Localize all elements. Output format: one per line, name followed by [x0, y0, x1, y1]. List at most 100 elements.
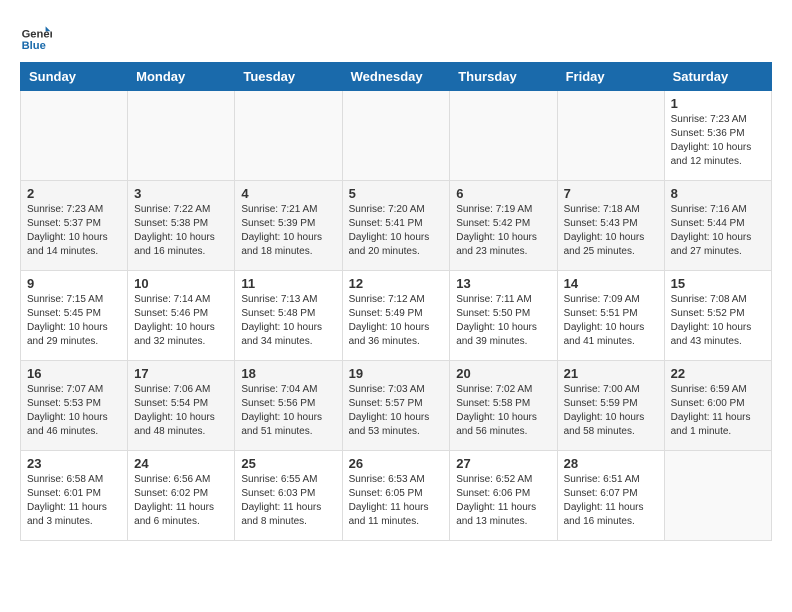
day-info: Sunrise: 7:19 AM Sunset: 5:42 PM Dayligh…: [456, 203, 550, 259]
day-number: 19: [349, 366, 444, 381]
day-number: 7: [564, 186, 658, 201]
day-info: Sunrise: 7:08 AM Sunset: 5:52 PM Dayligh…: [671, 293, 765, 349]
day-number: 11: [241, 276, 335, 291]
calendar-cell: [342, 91, 450, 181]
day-info: Sunrise: 7:22 AM Sunset: 5:38 PM Dayligh…: [134, 203, 228, 259]
day-info: Sunrise: 6:56 AM Sunset: 6:02 PM Dayligh…: [134, 473, 228, 529]
calendar-header: General Blue: [20, 20, 772, 52]
day-info: Sunrise: 7:18 AM Sunset: 5:43 PM Dayligh…: [564, 203, 658, 259]
day-number: 10: [134, 276, 228, 291]
logo-icon: General Blue: [20, 20, 52, 52]
day-number: 17: [134, 366, 228, 381]
calendar-cell: 26 Sunrise: 6:53 AM Sunset: 6:05 PM Dayli…: [342, 451, 450, 541]
calendar-header-row: SundayMondayTuesdayWednesdayThursdayFrid…: [21, 63, 772, 91]
day-number: 12: [349, 276, 444, 291]
day-number: 1: [671, 96, 765, 111]
calendar-cell: 3 Sunrise: 7:22 AM Sunset: 5:38 PM Daylig…: [128, 181, 235, 271]
calendar-cell: [557, 91, 664, 181]
day-number: 5: [349, 186, 444, 201]
day-info: Sunrise: 6:58 AM Sunset: 6:01 PM Dayligh…: [27, 473, 121, 529]
calendar-cell: 17 Sunrise: 7:06 AM Sunset: 5:54 PM Dayli…: [128, 361, 235, 451]
day-number: 20: [456, 366, 550, 381]
day-number: 8: [671, 186, 765, 201]
calendar-week-row: 16 Sunrise: 7:07 AM Sunset: 5:53 PM Dayli…: [21, 361, 772, 451]
day-number: 4: [241, 186, 335, 201]
calendar-cell: 23 Sunrise: 6:58 AM Sunset: 6:01 PM Dayli…: [21, 451, 128, 541]
calendar-cell: 9 Sunrise: 7:15 AM Sunset: 5:45 PM Daylig…: [21, 271, 128, 361]
calendar-cell: 7 Sunrise: 7:18 AM Sunset: 5:43 PM Daylig…: [557, 181, 664, 271]
day-info: Sunrise: 6:59 AM Sunset: 6:00 PM Dayligh…: [671, 383, 765, 439]
day-info: Sunrise: 7:23 AM Sunset: 5:36 PM Dayligh…: [671, 113, 765, 169]
day-info: Sunrise: 6:55 AM Sunset: 6:03 PM Dayligh…: [241, 473, 335, 529]
calendar-cell: 13Sunrise: 7:11 AM Sunset: 5:50 PM Dayli…: [450, 271, 557, 361]
calendar-cell: 19 Sunrise: 7:03 AM Sunset: 5:57 PM Dayli…: [342, 361, 450, 451]
calendar-cell: 24 Sunrise: 6:56 AM Sunset: 6:02 PM Dayli…: [128, 451, 235, 541]
day-number: 21: [564, 366, 658, 381]
day-info: Sunrise: 6:53 AM Sunset: 6:05 PM Dayligh…: [349, 473, 444, 529]
calendar-week-row: 2 Sunrise: 7:23 AM Sunset: 5:37 PM Daylig…: [21, 181, 772, 271]
day-info: Sunrise: 7:12 AM Sunset: 5:49 PM Dayligh…: [349, 293, 444, 349]
day-number: 16: [27, 366, 121, 381]
day-info: Sunrise: 7:23 AM Sunset: 5:37 PM Dayligh…: [27, 203, 121, 259]
day-number: 15: [671, 276, 765, 291]
calendar-table: SundayMondayTuesdayWednesdayThursdayFrid…: [20, 62, 772, 541]
calendar-cell: [450, 91, 557, 181]
day-info: Sunrise: 7:07 AM Sunset: 5:53 PM Dayligh…: [27, 383, 121, 439]
day-info: Sunrise: 7:15 AM Sunset: 5:45 PM Dayligh…: [27, 293, 121, 349]
day-info: Sunrise: 7:21 AM Sunset: 5:39 PM Dayligh…: [241, 203, 335, 259]
day-info: Sunrise: 7:20 AM Sunset: 5:41 PM Dayligh…: [349, 203, 444, 259]
day-header-friday: Friday: [557, 63, 664, 91]
calendar-cell: 25 Sunrise: 6:55 AM Sunset: 6:03 PM Dayli…: [235, 451, 342, 541]
day-number: 25: [241, 456, 335, 471]
calendar-cell: 10Sunrise: 7:14 AM Sunset: 5:46 PM Dayli…: [128, 271, 235, 361]
calendar-cell: 5 Sunrise: 7:20 AM Sunset: 5:41 PM Daylig…: [342, 181, 450, 271]
calendar-cell: 27 Sunrise: 6:52 AM Sunset: 6:06 PM Dayli…: [450, 451, 557, 541]
day-number: 6: [456, 186, 550, 201]
calendar-cell: 6 Sunrise: 7:19 AM Sunset: 5:42 PM Daylig…: [450, 181, 557, 271]
calendar-cell: 15 Sunrise: 7:08 AM Sunset: 5:52 PM Dayli…: [664, 271, 771, 361]
calendar-cell: 28 Sunrise: 6:51 AM Sunset: 6:07 PM Dayli…: [557, 451, 664, 541]
calendar-cell: 11 Sunrise: 7:13 AM Sunset: 5:48 PM Dayli…: [235, 271, 342, 361]
calendar-week-row: 9 Sunrise: 7:15 AM Sunset: 5:45 PM Daylig…: [21, 271, 772, 361]
day-info: Sunrise: 7:03 AM Sunset: 5:57 PM Dayligh…: [349, 383, 444, 439]
logo: General Blue: [20, 20, 56, 52]
day-info: Sunrise: 6:52 AM Sunset: 6:06 PM Dayligh…: [456, 473, 550, 529]
calendar-cell: 12 Sunrise: 7:12 AM Sunset: 5:49 PM Dayli…: [342, 271, 450, 361]
day-info: Sunrise: 7:00 AM Sunset: 5:59 PM Dayligh…: [564, 383, 658, 439]
calendar-cell: 1 Sunrise: 7:23 AM Sunset: 5:36 PM Daylig…: [664, 91, 771, 181]
calendar-cell: 18Sunrise: 7:04 AM Sunset: 5:56 PM Dayli…: [235, 361, 342, 451]
calendar-week-row: 23 Sunrise: 6:58 AM Sunset: 6:01 PM Dayli…: [21, 451, 772, 541]
day-info: Sunrise: 7:11 AM Sunset: 5:50 PM Dayligh…: [456, 293, 550, 349]
day-info: Sunrise: 7:13 AM Sunset: 5:48 PM Dayligh…: [241, 293, 335, 349]
day-number: 26: [349, 456, 444, 471]
day-number: 2: [27, 186, 121, 201]
calendar-cell: 20 Sunrise: 7:02 AM Sunset: 5:58 PM Dayli…: [450, 361, 557, 451]
calendar-cell: 22 Sunrise: 6:59 AM Sunset: 6:00 PM Dayli…: [664, 361, 771, 451]
day-number: 3: [134, 186, 228, 201]
calendar-week-row: 1 Sunrise: 7:23 AM Sunset: 5:36 PM Daylig…: [21, 91, 772, 181]
calendar-cell: 16 Sunrise: 7:07 AM Sunset: 5:53 PM Dayli…: [21, 361, 128, 451]
day-number: 18: [241, 366, 335, 381]
day-number: 28: [564, 456, 658, 471]
day-header-wednesday: Wednesday: [342, 63, 450, 91]
day-header-thursday: Thursday: [450, 63, 557, 91]
day-info: Sunrise: 7:02 AM Sunset: 5:58 PM Dayligh…: [456, 383, 550, 439]
day-number: 23: [27, 456, 121, 471]
day-number: 27: [456, 456, 550, 471]
calendar-cell: 2 Sunrise: 7:23 AM Sunset: 5:37 PM Daylig…: [21, 181, 128, 271]
calendar-cell: 21 Sunrise: 7:00 AM Sunset: 5:59 PM Dayli…: [557, 361, 664, 451]
calendar-cell: [128, 91, 235, 181]
day-header-tuesday: Tuesday: [235, 63, 342, 91]
calendar-cell: [235, 91, 342, 181]
day-info: Sunrise: 7:06 AM Sunset: 5:54 PM Dayligh…: [134, 383, 228, 439]
svg-text:Blue: Blue: [22, 40, 46, 52]
day-number: 22: [671, 366, 765, 381]
day-number: 9: [27, 276, 121, 291]
day-header-sunday: Sunday: [21, 63, 128, 91]
day-info: Sunrise: 6:51 AM Sunset: 6:07 PM Dayligh…: [564, 473, 658, 529]
day-number: 14: [564, 276, 658, 291]
day-header-saturday: Saturday: [664, 63, 771, 91]
day-info: Sunrise: 7:16 AM Sunset: 5:44 PM Dayligh…: [671, 203, 765, 259]
day-info: Sunrise: 7:09 AM Sunset: 5:51 PM Dayligh…: [564, 293, 658, 349]
day-number: 24: [134, 456, 228, 471]
